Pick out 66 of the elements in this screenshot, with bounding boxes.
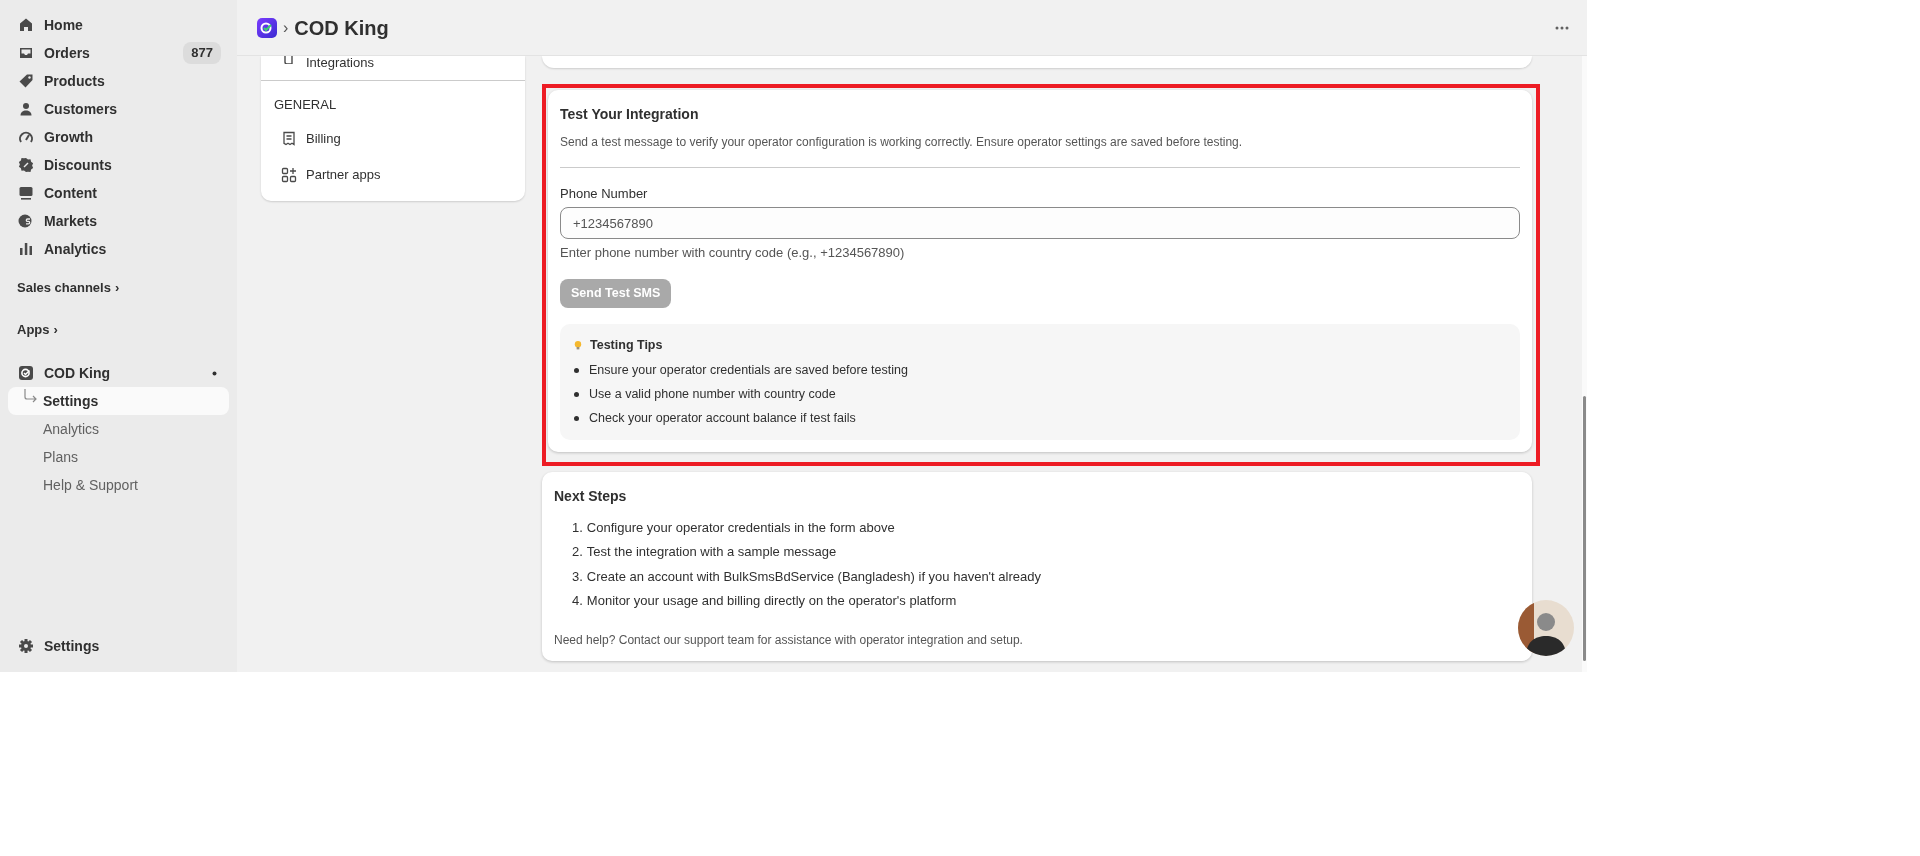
breadcrumb-separator: › xyxy=(283,17,289,38)
nav-item[interactable]: Products xyxy=(8,67,229,95)
sub-nav-item[interactable]: Help & Support xyxy=(8,471,229,499)
nav-item[interactable]: Content xyxy=(8,179,229,207)
card-title: Next Steps xyxy=(554,488,628,506)
page-title: COD King xyxy=(294,15,389,40)
monitor-icon xyxy=(18,185,34,201)
bullet-icon xyxy=(574,415,579,421)
gauge-icon xyxy=(18,129,34,145)
lightbulb-icon xyxy=(574,338,582,351)
step-number: 3. xyxy=(572,567,583,586)
nav-item[interactable]: Customers xyxy=(8,95,229,123)
phone-input-field[interactable]: +1234567890 xyxy=(560,207,1520,240)
settings-icon xyxy=(18,638,34,654)
step-number: 1. xyxy=(572,518,583,537)
tips-title: Testing Tips xyxy=(590,336,663,354)
inbox-icon xyxy=(18,45,34,61)
nav-item[interactable]: Home xyxy=(8,11,229,39)
branch-icon xyxy=(24,389,37,403)
receipt-icon xyxy=(281,130,297,147)
step-text: Test the integration with a sample message xyxy=(586,543,837,562)
nav-item[interactable]: Markets xyxy=(8,207,229,235)
step-number: 2. xyxy=(572,543,583,562)
settings-nav-item[interactable]: Integrations xyxy=(261,56,525,80)
sub-nav-item[interactable]: Settings xyxy=(8,387,229,415)
nav-item[interactable]: Orders 877 xyxy=(8,39,229,67)
person-icon xyxy=(18,101,34,117)
sub-nav-item[interactable]: Analytics xyxy=(8,415,229,443)
section-link[interactable]: Apps › xyxy=(8,317,229,343)
field-label: Phone Number xyxy=(560,184,649,203)
step-number: 4. xyxy=(572,592,583,611)
tip-text: Use a valid phone number with country code xyxy=(589,385,836,403)
card-description: Send a test message to verify your operator configuration is working correctly. Ensure operator settings are saved before testing. xyxy=(560,133,1244,151)
section-link[interactable]: Sales channels › xyxy=(8,275,229,301)
tag-icon xyxy=(18,73,34,89)
count-badge: 877 xyxy=(183,42,221,64)
settings-nav-item[interactable]: Billing xyxy=(261,120,525,157)
bar-chart-icon xyxy=(18,241,34,257)
settings-nav-item[interactable]: Partner apps xyxy=(261,156,525,193)
step-text: Create an account with BulkSmsBdService (Bangladesh) if you haven't already xyxy=(586,567,1041,586)
sub-nav-item[interactable]: Plans xyxy=(8,443,229,471)
app-logo-icon xyxy=(18,365,34,381)
badge-icon xyxy=(18,157,34,173)
scrollbar[interactable] xyxy=(1582,56,1587,672)
nav-item[interactable]: Discounts xyxy=(8,151,229,179)
bullet-icon xyxy=(574,391,579,397)
bullet-icon xyxy=(574,367,579,373)
app-logo-icon xyxy=(257,17,277,38)
tip-text: Check your operator account balance if test fails xyxy=(589,409,856,427)
step-text: Configure your operator credentials in the form above xyxy=(586,518,895,537)
nav-item[interactable]: Settings xyxy=(8,632,229,660)
help-text: Enter phone number with country code (e.g., +1234567890) xyxy=(560,244,906,263)
nav-item[interactable]: Analytics xyxy=(8,235,229,263)
home-icon xyxy=(18,17,34,33)
card-title: Test Your Integration xyxy=(560,106,700,123)
unread-dot-icon xyxy=(212,370,217,376)
apps-grid-icon xyxy=(281,166,297,183)
help-text: Need help? Contact our support team for assistance with operator integration and setup. xyxy=(554,632,1024,650)
globe-icon xyxy=(18,213,34,229)
app-item[interactable]: COD King xyxy=(8,359,229,387)
section-heading: GENERAL xyxy=(273,96,338,114)
avatar[interactable] xyxy=(1518,600,1574,656)
step-text: Monitor your usage and billing directly on the operator's platform xyxy=(586,592,957,611)
more-icon xyxy=(1555,26,1569,31)
tip-text: Ensure your operator credentials are saved before testing xyxy=(589,361,908,379)
nav-item[interactable]: Growth xyxy=(8,123,229,151)
